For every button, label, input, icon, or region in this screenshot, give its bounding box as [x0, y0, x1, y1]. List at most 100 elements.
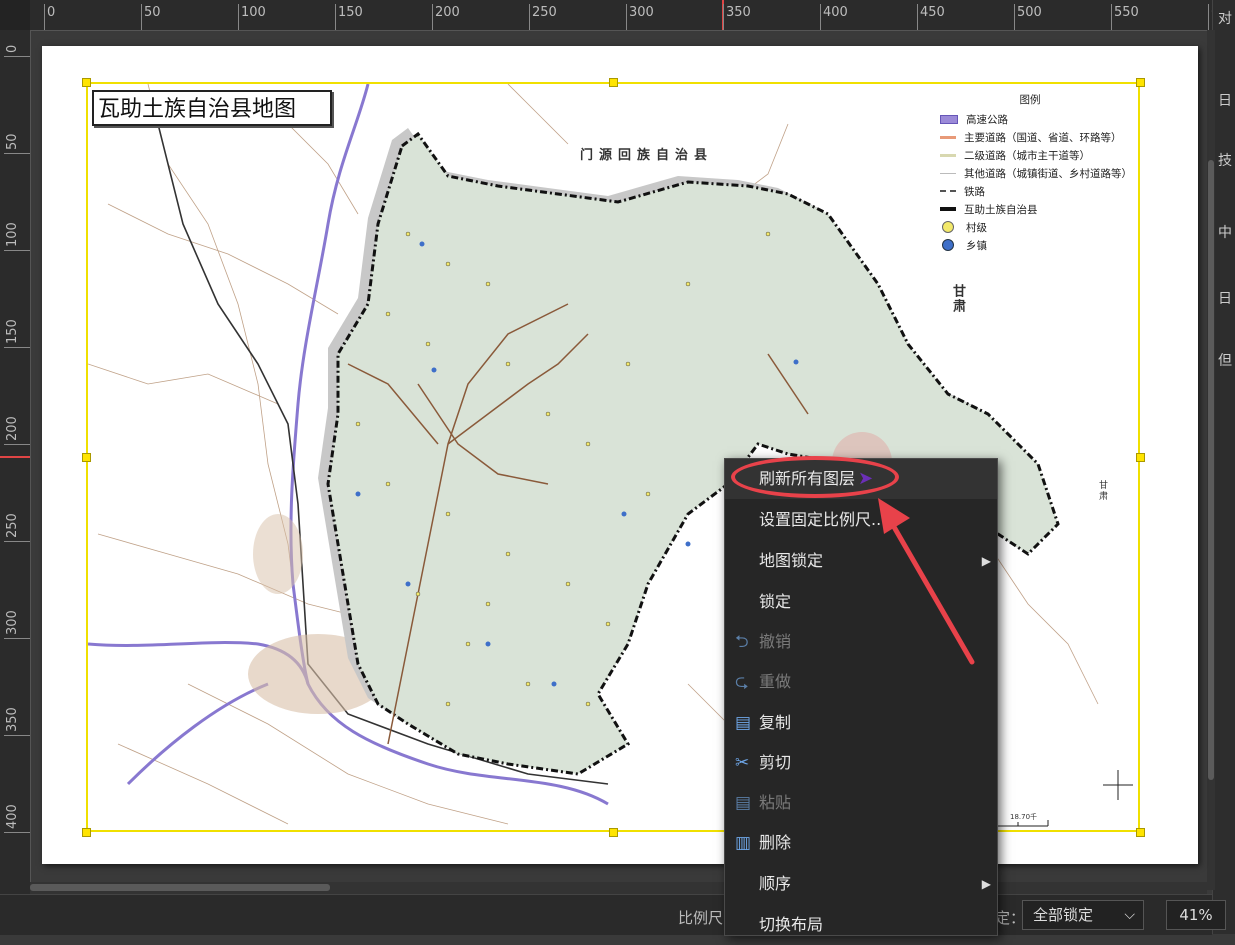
ruler-tick-label: 100 — [241, 5, 266, 20]
ruler-tick-label: 100 — [5, 222, 20, 247]
ruler-cursor-marker-v — [0, 456, 30, 458]
trash-icon: ▥ — [735, 833, 752, 853]
horizontal-scroll-thumb[interactable] — [30, 884, 330, 891]
legend-row: 其他道路（城镇街道、乡村道路等） — [940, 164, 1138, 182]
scale-status-label: 比例尺 — [678, 909, 724, 927]
legend-title: 图例 — [1019, 94, 1041, 106]
menu-item-paste[interactable]: ▤ 粘贴 — [725, 783, 997, 823]
ruler-tick — [4, 153, 30, 154]
neighbor-label-north: 门源回族自治县 — [580, 148, 714, 163]
submenu-arrow-icon: ▶ — [981, 554, 991, 568]
ruler-tick — [238, 4, 239, 30]
resize-handle-ne[interactable] — [1136, 78, 1145, 87]
resize-handle-se[interactable] — [1136, 828, 1145, 837]
expressway-symbol-icon — [940, 114, 958, 124]
ruler-tick-label: 150 — [338, 5, 363, 20]
ruler-corner — [0, 0, 30, 30]
legend-row: 互助土族自治县 — [940, 200, 1138, 218]
menu-item-delete[interactable]: ▥ 删除 — [725, 823, 997, 863]
ruler-tick-label: 400 — [5, 804, 20, 829]
resize-handle-sw[interactable] — [82, 828, 91, 837]
ruler-tick-label: 150 — [5, 319, 20, 344]
copy-icon: ▤ — [735, 713, 752, 733]
redo-icon: ⮎ — [735, 672, 749, 692]
legend-row: 高速公路 — [940, 110, 1138, 128]
legend-label: 二级道路（城市主干道等） — [964, 149, 1090, 162]
vertical-scroll-thumb[interactable] — [1208, 160, 1214, 780]
ruler-tick — [626, 4, 627, 30]
chevron-down-icon: ⌵ — [1124, 907, 1135, 923]
legend-row: 二级道路（城市主干道等） — [940, 146, 1138, 164]
ruler-tick-label: 200 — [5, 416, 20, 441]
scale-label: 18.70千 — [1010, 813, 1038, 821]
menu-item-order[interactable]: 顺序 ▶ — [725, 864, 997, 904]
menu-item-copy[interactable]: ▤ 复制 — [725, 703, 997, 743]
resize-handle-w[interactable] — [82, 453, 91, 462]
ruler-tick — [4, 638, 30, 639]
legend-row: 主要道路（国道、省道、环路等） — [940, 128, 1138, 146]
map-title[interactable]: 瓦助土族自治县地图 — [92, 90, 332, 126]
ruler-tick-label: 0 — [5, 44, 20, 53]
horizontal-scrollbar[interactable] — [30, 882, 1207, 894]
submenu-arrow-icon: ▶ — [981, 877, 991, 891]
legend-label: 村级 — [966, 221, 987, 234]
legend-label: 乡镇 — [966, 239, 987, 252]
right-side-panel: 对 日 技 中 日 但 — [1212, 0, 1235, 934]
lock-mode-value: 全部锁定 — [1033, 906, 1094, 924]
zoom-level[interactable]: 41% — [1166, 900, 1226, 930]
secondary-road-symbol-icon — [940, 153, 956, 157]
ruler-tick-label: 0 — [47, 5, 56, 20]
north-arrow — [1103, 770, 1133, 800]
legend-label: 铁路 — [964, 185, 985, 198]
ruler-tick-label: 400 — [823, 5, 848, 20]
ruler-tick-label: 200 — [435, 5, 460, 20]
annotation-arrow — [878, 498, 975, 665]
menu-item-switch-layout[interactable]: 切换布局 — [725, 905, 997, 945]
legend-label: 互助土族自治县 — [964, 203, 1038, 216]
ruler-tick — [4, 444, 30, 445]
ruler-tick — [529, 4, 530, 30]
neighbor-label-far-east: 甘肃 — [1097, 480, 1107, 502]
main-road-symbol-icon — [940, 135, 956, 139]
ruler-tick — [1208, 4, 1209, 30]
ruler-tick — [4, 347, 30, 348]
paste-icon: ▤ — [735, 793, 752, 813]
ruler-tick — [4, 250, 30, 251]
lock-status-label: 定： — [995, 909, 1026, 927]
legend-label: 主要道路（国道、省道、环路等） — [964, 131, 1122, 144]
expressway-line — [126, 682, 269, 786]
right-panel-char: 对 — [1218, 11, 1232, 27]
other-road-symbol-icon — [940, 172, 956, 174]
resize-handle-nw[interactable] — [82, 78, 91, 87]
ruler-tick — [141, 4, 142, 30]
ruler-tick-label: 300 — [629, 5, 654, 20]
ruler-tick-label: 450 — [920, 5, 945, 20]
village-symbol-icon — [942, 221, 954, 233]
ruler-tick-label: 250 — [532, 5, 557, 20]
mouse-pointer-icon: ➤ — [858, 468, 874, 489]
map-legend[interactable]: 图例 高速公路 主要道路（国道、省道、环路等） 二级道路（城市主干道等） 其他道… — [940, 92, 1138, 254]
railway-symbol-icon — [940, 190, 956, 192]
ruler-tick — [1014, 4, 1015, 30]
menu-item-cut[interactable]: ✂ 剪切 — [725, 743, 997, 783]
right-panel-char: 中 — [1218, 225, 1232, 241]
resize-handle-e[interactable] — [1136, 453, 1145, 462]
county-boundary-symbol-icon — [940, 207, 956, 211]
ruler-tick-label: 500 — [1017, 5, 1042, 20]
vertical-ruler: 0 50 100 150 200 250 300 350 400 — [0, 30, 31, 894]
ruler-tick — [4, 56, 30, 57]
lock-mode-select[interactable]: 全部锁定 ⌵ — [1022, 900, 1144, 930]
township-symbol-icon — [942, 239, 954, 251]
ruler-tick — [723, 4, 724, 30]
city-area — [253, 514, 303, 594]
ruler-tick — [1111, 4, 1112, 30]
ruler-tick — [432, 4, 433, 30]
ruler-tick — [4, 832, 30, 833]
resize-handle-n[interactable] — [609, 78, 618, 87]
legend-label: 其他道路（城镇街道、乡村道路等） — [964, 167, 1132, 180]
legend-row: 村级 — [940, 218, 1138, 236]
vertical-scrollbar[interactable] — [1207, 30, 1215, 890]
ruler-tick — [917, 4, 918, 30]
ruler-tick — [4, 735, 30, 736]
resize-handle-s[interactable] — [609, 828, 618, 837]
